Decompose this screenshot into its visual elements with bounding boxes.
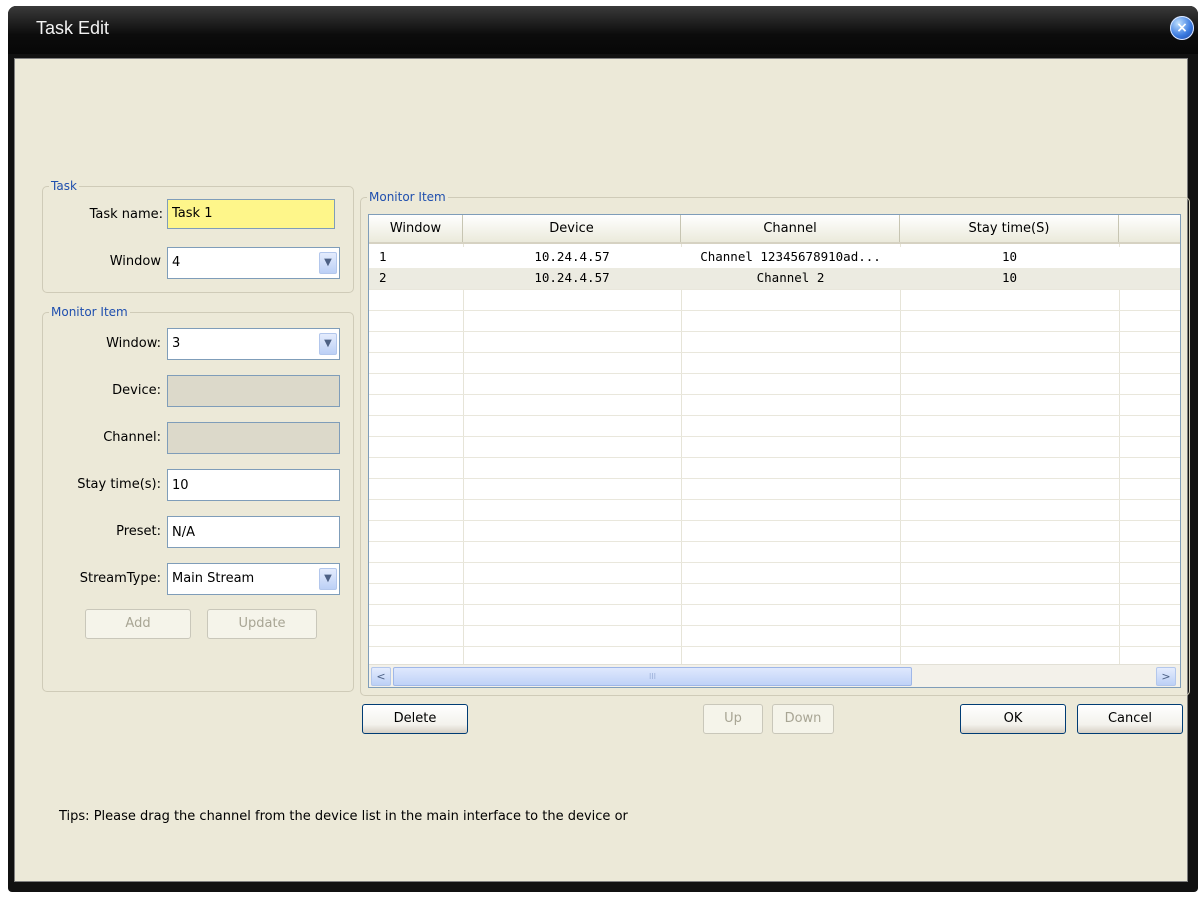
grid-divider bbox=[463, 244, 464, 664]
column-header-device[interactable]: Device bbox=[463, 215, 681, 242]
dialog-body: Task Task name: Window 4 ▼ Monitor Item … bbox=[14, 58, 1190, 882]
task-name-input[interactable] bbox=[167, 199, 335, 229]
row-stay-time: 10 bbox=[1001, 270, 1018, 285]
cancel-button[interactable]: Cancel bbox=[1077, 704, 1183, 734]
chevron-down-icon: ▼ bbox=[319, 252, 337, 274]
grid-divider bbox=[900, 244, 901, 664]
add-button[interactable]: Add bbox=[85, 609, 191, 639]
scroll-right-icon[interactable]: > bbox=[1156, 667, 1176, 686]
grid-line bbox=[369, 352, 1180, 353]
grid-line bbox=[369, 457, 1180, 458]
task-group: Task Task name: Window 4 ▼ bbox=[42, 178, 354, 293]
scroll-left-icon[interactable]: < bbox=[371, 667, 391, 686]
grid-line bbox=[369, 541, 1180, 542]
preset-label: Preset: bbox=[116, 524, 161, 539]
grid-line bbox=[369, 520, 1180, 521]
update-button[interactable]: Update bbox=[207, 609, 317, 639]
stay-time-input[interactable] bbox=[167, 469, 340, 501]
delete-button[interactable]: Delete bbox=[362, 704, 468, 734]
down-button[interactable]: Down bbox=[772, 704, 834, 734]
table-row[interactable]: 1 10.24.4.57 Channel 12345678910ad... 10 bbox=[369, 247, 1180, 268]
row-channel: Channel 2 bbox=[756, 270, 825, 285]
task-name-label: Task name: bbox=[89, 207, 163, 222]
row-device: 10.24.4.57 bbox=[534, 249, 610, 264]
grid-line bbox=[369, 562, 1180, 563]
grid-line bbox=[369, 331, 1180, 332]
stream-type-select[interactable]: Main Stream ▼ bbox=[167, 563, 340, 595]
chevron-down-icon: ▼ bbox=[319, 333, 337, 355]
list-header: Window Device Channel Stay time(S) bbox=[369, 215, 1180, 244]
grid-line bbox=[369, 373, 1180, 374]
task-window-select[interactable]: 4 ▼ bbox=[167, 247, 340, 279]
grid-line bbox=[369, 478, 1180, 479]
grid-line bbox=[369, 646, 1180, 647]
column-header-channel[interactable]: Channel bbox=[681, 215, 900, 242]
grid-line bbox=[369, 289, 1180, 290]
row-channel: Channel 12345678910ad... bbox=[700, 249, 881, 264]
dialog-title: Task Edit bbox=[36, 18, 110, 38]
horizontal-scrollbar[interactable]: < III > bbox=[369, 664, 1180, 687]
up-button[interactable]: Up bbox=[703, 704, 763, 734]
grid-line bbox=[369, 310, 1180, 311]
task-edit-dialog: Task Edit × Task Task name: Window 4 ▼ M… bbox=[8, 6, 1198, 892]
grid-divider bbox=[1119, 244, 1120, 664]
grid-line bbox=[369, 415, 1180, 416]
table-row[interactable]: 2 10.24.4.57 Channel 2 10 bbox=[369, 268, 1180, 289]
monitor-window-select[interactable]: 3 ▼ bbox=[167, 328, 340, 360]
device-field bbox=[167, 375, 340, 407]
monitor-window-label: Window: bbox=[106, 336, 161, 351]
grid-line bbox=[369, 625, 1180, 626]
monitor-window-value: 3 bbox=[172, 336, 181, 351]
stay-time-label: Stay time(s): bbox=[77, 477, 161, 492]
row-device: 10.24.4.57 bbox=[534, 270, 610, 285]
grid-line bbox=[369, 436, 1180, 437]
scroll-thumb[interactable]: III bbox=[393, 667, 912, 686]
grid-line bbox=[369, 583, 1180, 584]
row-window: 2 bbox=[379, 270, 387, 285]
stream-type-label: StreamType: bbox=[79, 571, 161, 586]
monitor-list-title: Monitor Item bbox=[367, 189, 448, 205]
task-window-label: Window bbox=[109, 254, 161, 269]
row-stay-time: 10 bbox=[1001, 249, 1018, 264]
device-label: Device: bbox=[112, 383, 161, 398]
task-window-value: 4 bbox=[172, 255, 181, 270]
chevron-down-icon: ▼ bbox=[319, 568, 337, 590]
preset-input[interactable] bbox=[167, 516, 340, 548]
monitor-item-form-group: Monitor Item Window: 3 ▼ Device: Channel… bbox=[42, 304, 354, 692]
grid-line bbox=[369, 394, 1180, 395]
monitor-item-list[interactable]: Window Device Channel Stay time(S) 1 10.… bbox=[368, 214, 1181, 688]
task-group-title: Task bbox=[49, 178, 79, 194]
column-header-window[interactable]: Window bbox=[369, 215, 463, 242]
ok-button[interactable]: OK bbox=[960, 704, 1066, 734]
grid-line bbox=[369, 499, 1180, 500]
channel-field bbox=[167, 422, 340, 454]
title-bar[interactable]: Task Edit × bbox=[8, 6, 1198, 54]
channel-label: Channel: bbox=[103, 430, 161, 445]
tips-text: Tips: Please drag the channel from the d… bbox=[59, 809, 628, 824]
close-button[interactable]: × bbox=[1170, 16, 1194, 40]
column-header-stay-time[interactable]: Stay time(S) bbox=[900, 215, 1119, 242]
close-icon: × bbox=[1176, 20, 1188, 36]
grid-divider bbox=[681, 244, 682, 664]
grid-line bbox=[369, 604, 1180, 605]
stream-type-value: Main Stream bbox=[172, 571, 255, 586]
monitor-form-title: Monitor Item bbox=[49, 304, 130, 320]
row-window: 1 bbox=[379, 249, 387, 264]
